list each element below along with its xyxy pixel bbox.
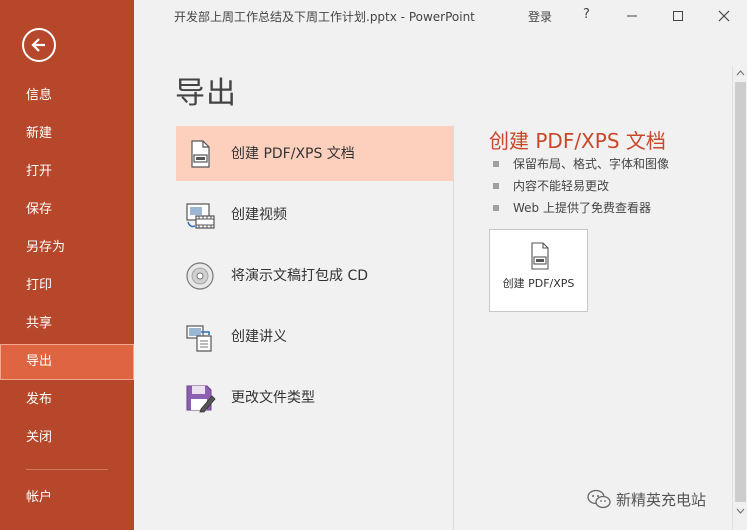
bullet-square [493,160,499,167]
option-label: 将演示文稿打包成 CD [231,268,369,284]
backstage-sidebar: 信息 新建 打开 保存 另存为 打印 共享 导出 发布 关闭 帐户 [0,0,134,530]
page-title: 导出 [175,76,237,111]
maximize-button[interactable] [666,4,690,28]
video-icon [186,203,215,229]
wechat-logo-icon [587,489,611,509]
arrow-left-icon [31,38,45,52]
option-create-pdf-xps[interactable]: 创建 PDF/XPS 文档 [176,126,453,181]
sign-in-link[interactable]: 登录 [528,8,552,25]
close-icon [718,10,730,22]
cd-icon [186,262,214,290]
detail-bullet: 保留布局、格式、字体和图像 [493,155,669,172]
scroll-up-arrow-icon[interactable] [733,66,747,80]
detail-title: 创建 PDF/XPS 文档 [489,129,666,153]
pdf-document-icon [531,242,549,270]
nav-item-save[interactable]: 保存 [0,192,134,228]
bullet-square [493,182,499,189]
bullet-text: Web 上提供了免费查看器 [513,201,651,215]
pdf-document-icon [191,140,210,168]
nav-item-print[interactable]: 打印 [0,268,134,304]
create-pdf-xps-label: 创建 PDF/XPS [502,277,575,290]
help-button[interactable]: ? [583,7,590,22]
nav-item-new[interactable]: 新建 [0,116,134,152]
nav-item-open[interactable]: 打开 [0,154,134,190]
watermark: 新精英充电站 [586,486,736,510]
nav-divider [26,469,108,470]
option-package-cd[interactable]: 将演示文稿打包成 CD [176,248,453,303]
pane-divider [453,125,454,530]
nav-item-save-as[interactable]: 另存为 [0,230,134,266]
nav-item-account[interactable]: 帐户 [0,480,134,516]
nav-item-publish[interactable]: 发布 [0,382,134,418]
option-label: 创建视频 [231,207,287,223]
close-window-button[interactable] [712,4,736,28]
option-create-video[interactable]: 创建视频 [176,187,453,242]
watermark-text: 新精英充电站 [616,491,707,509]
detail-bullet: 内容不能轻易更改 [493,177,609,194]
window-title: 开发部上周工作总结及下周工作计划.pptx - PowerPoint [174,10,475,24]
option-label: 创建讲义 [231,329,287,345]
vertical-scrollbar[interactable] [732,66,747,530]
maximize-icon [673,11,683,21]
title-bar: 开发部上周工作总结及下周工作计划.pptx - PowerPoint 登录 ? [134,0,747,32]
bullet-text: 保留布局、格式、字体和图像 [513,157,670,171]
nav-item-share[interactable]: 共享 [0,306,134,342]
option-label: 更改文件类型 [231,390,315,406]
scrollbar-thumb[interactable] [735,82,746,502]
minimize-button[interactable] [620,4,644,28]
option-change-file-type[interactable]: 更改文件类型 [176,370,453,425]
nav-item-close[interactable]: 关闭 [0,420,134,456]
option-create-handouts[interactable]: 创建讲义 [176,309,453,364]
bullet-square [493,204,499,211]
handout-icon [186,325,212,352]
minimize-icon [627,15,637,17]
nav-item-export[interactable]: 导出 [0,344,134,380]
detail-bullet: Web 上提供了免费查看器 [493,199,651,216]
back-button[interactable] [22,28,56,62]
bullet-text: 内容不能轻易更改 [513,179,610,193]
create-pdf-xps-button[interactable]: 创建 PDF/XPS [489,229,588,312]
nav-item-info[interactable]: 信息 [0,78,134,114]
option-label: 创建 PDF/XPS 文档 [231,146,355,162]
save-as-type-icon [186,385,216,413]
